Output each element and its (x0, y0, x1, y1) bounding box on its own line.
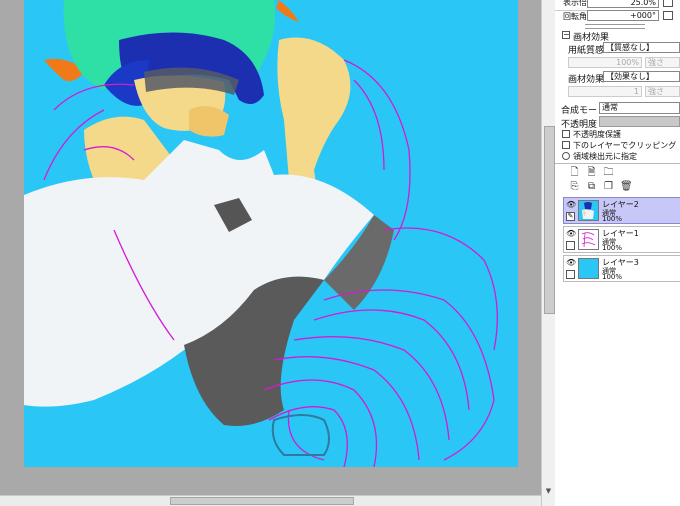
layer-row-1[interactable]: 👁 レイヤー1 通常 100% (563, 226, 680, 253)
vertical-scrollbar[interactable]: ▼ (541, 0, 555, 506)
texture-label: 用紙質感 (568, 46, 605, 56)
selection-source-radio[interactable] (562, 152, 570, 160)
new-layer-icon[interactable]: 🗋 (569, 167, 580, 178)
material-strength-field[interactable]: 強さ (645, 86, 680, 97)
texture-strength-field[interactable]: 強さ (645, 57, 680, 68)
preserve-opacity-checkbox[interactable] (562, 130, 570, 138)
vertical-scroll-thumb[interactable] (544, 126, 555, 314)
eye-icon[interactable]: 👁 (566, 229, 576, 238)
delete-layer-icon[interactable]: 🗑 (620, 181, 633, 192)
layer-row-3[interactable]: 👁 レイヤー3 通常 100% (563, 255, 680, 282)
zoom-reset-button[interactable] (663, 0, 673, 7)
splitter-handle[interactable] (585, 24, 645, 29)
selection-source-label: 領域検出元に指定 (573, 152, 637, 161)
navigator-controls: 表示倍率 25.0% 回転角度 +000° (555, 0, 680, 22)
layer-thumbnail (578, 200, 599, 221)
material-label: 画材効果 (568, 75, 605, 85)
material-select[interactable]: 【効果なし】 (603, 71, 680, 82)
horizontal-scroll-thumb[interactable] (170, 497, 354, 505)
display-zoom-field[interactable]: 25.0% (587, 0, 659, 8)
layer-opacity: 100% (602, 215, 623, 223)
clipping-checkbox[interactable] (562, 141, 570, 149)
rotation-reset-button[interactable] (663, 11, 673, 20)
layer-opacity: 100% (602, 273, 623, 281)
clipping-label: 下のレイヤーでクリッピング (573, 141, 677, 150)
layer-thumbnail (578, 258, 599, 279)
drawing-canvas[interactable] (24, 0, 518, 467)
opacity-slider[interactable] (599, 116, 680, 127)
material-amount-field[interactable]: 1 (568, 86, 642, 97)
eye-icon[interactable]: 👁 (566, 200, 576, 209)
layer-row-2[interactable]: 👁 ✎ レイヤー2 通常 100% (563, 197, 680, 224)
layer-opacity: 100% (602, 244, 623, 252)
artwork (24, 0, 518, 467)
horizontal-scrollbar[interactable] (0, 495, 541, 506)
transfer-down-icon[interactable]: ⎘ (569, 181, 580, 192)
lock-icon[interactable]: ✎ (566, 212, 575, 221)
canvas-workspace[interactable] (0, 0, 541, 495)
texture-select[interactable]: 【質感なし】 (603, 42, 680, 53)
collapse-icon[interactable]: − (562, 31, 570, 39)
eye-icon[interactable]: 👁 (566, 258, 576, 267)
merge-down-icon[interactable]: ⧉ (586, 181, 597, 192)
preserve-opacity-label: 不透明度保護 (573, 130, 621, 139)
texture-scale-field[interactable]: 100% (568, 57, 642, 68)
lock-icon[interactable] (566, 270, 575, 279)
layer-thumbnail (578, 229, 599, 250)
new-linework-layer-icon[interactable]: 🗎 (586, 167, 597, 178)
lock-icon[interactable] (566, 241, 575, 250)
rotation-field[interactable]: +000° (587, 10, 659, 21)
blend-mode-select[interactable]: 通常 (599, 102, 680, 114)
merge-visible-icon[interactable]: ❐ (603, 181, 614, 192)
scroll-down-arrow-icon[interactable]: ▼ (544, 487, 553, 496)
new-folder-icon[interactable]: 🗀 (603, 167, 614, 178)
right-panel: 表示倍率 25.0% 回転角度 +000° − 画材効果 用紙質感 【質感なし】… (555, 0, 680, 506)
layer-list-empty-area[interactable] (563, 282, 680, 506)
